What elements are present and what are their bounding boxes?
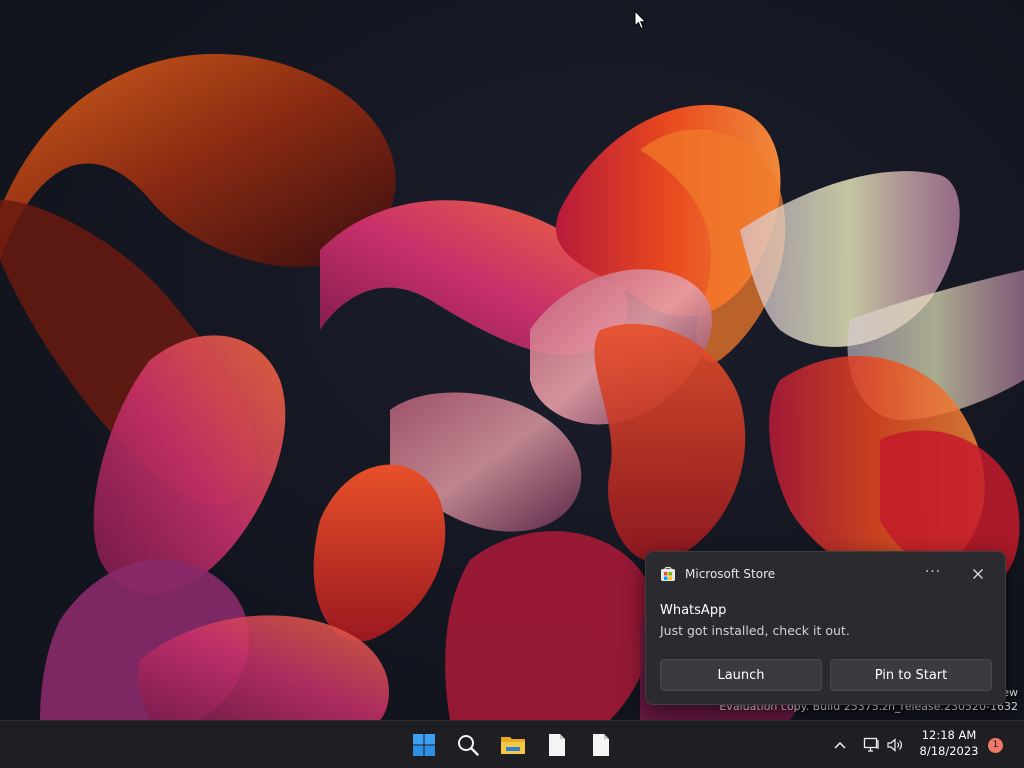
- notification-center-badge[interactable]: 1: [988, 738, 1003, 753]
- network-icon: [863, 737, 879, 752]
- toast-header: Microsoft Store ···: [660, 563, 993, 585]
- toast-title: WhatsApp: [660, 603, 727, 618]
- close-button[interactable]: [967, 563, 989, 585]
- toast-body: Just got installed, check it out.: [660, 623, 850, 638]
- start-button[interactable]: [408, 729, 440, 761]
- file-explorer-icon: [501, 737, 525, 754]
- clock-time: 12:18 AM: [921, 728, 977, 742]
- toast-app-name: Microsoft Store: [685, 567, 776, 581]
- show-hidden-icons-button[interactable]: [830, 735, 850, 755]
- pin-to-start-button[interactable]: Pin to Start: [830, 659, 992, 691]
- system-clock[interactable]: 12:18 AM 8/18/2023: [912, 727, 986, 763]
- mouse-pointer-icon: [634, 10, 647, 30]
- chevron-up-icon: [834, 741, 846, 749]
- document-app-button[interactable]: [585, 729, 617, 761]
- windows-start-icon: [413, 734, 435, 756]
- network-button[interactable]: [861, 735, 883, 755]
- volume-icon: [887, 738, 902, 752]
- close-icon: [973, 569, 983, 579]
- search-icon: [458, 735, 479, 756]
- more-options-button[interactable]: ···: [921, 563, 945, 585]
- file-explorer-button[interactable]: [497, 729, 529, 761]
- document-icon: [549, 734, 565, 756]
- document-icon: [593, 734, 609, 756]
- toast-notification[interactable]: Microsoft Store ··· WhatsApp Just got in…: [645, 551, 1006, 705]
- microsoft-store-icon: [661, 566, 675, 581]
- launch-button[interactable]: Launch: [660, 659, 822, 691]
- taskbar: 12:18 AM 8/18/2023 1: [0, 720, 1024, 768]
- volume-button[interactable]: [885, 735, 905, 755]
- clock-date: 8/18/2023: [919, 744, 979, 758]
- search-button[interactable]: [452, 729, 484, 761]
- document-app-button[interactable]: [541, 729, 573, 761]
